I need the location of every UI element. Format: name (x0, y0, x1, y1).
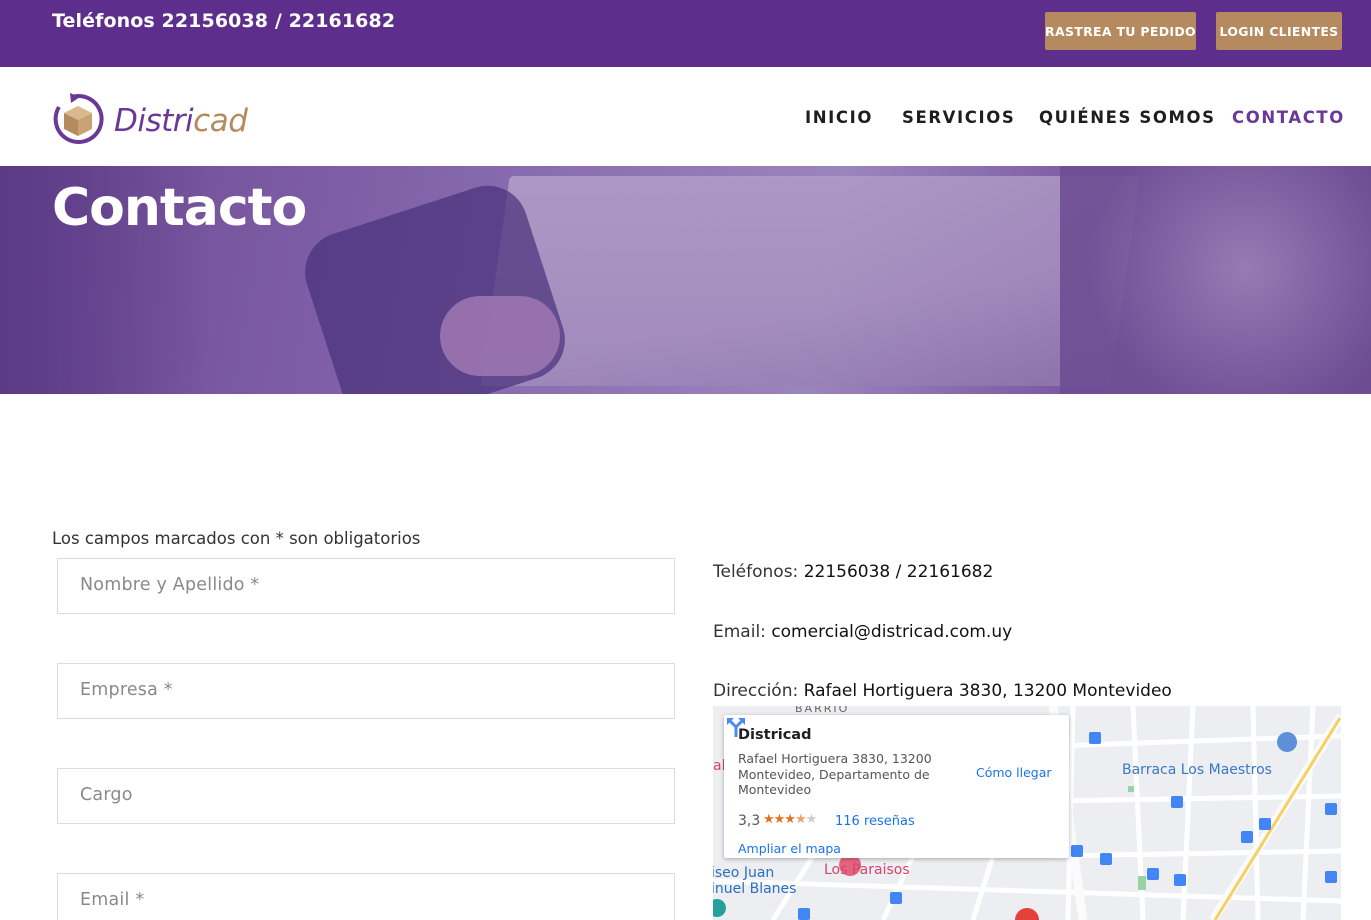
site-header: Districad INICIO SERVICIOS QUIÉNES SOMOS… (0, 67, 1371, 166)
name-field-placeholder: Nombre y Apellido * (80, 575, 260, 595)
address-value: Rafael Hortiguera 3830, 13200 Montevideo (803, 681, 1172, 701)
required-fields-note: Los campos marcados con * son obligatori… (52, 529, 421, 548)
company-field[interactable]: Empresa * (57, 663, 675, 719)
top-bar: Teléfonos 22156038 / 22161682 RASTREA TU… (0, 0, 1371, 67)
contact-email: Email: comercial@districad.com.uy (713, 622, 1012, 642)
place-address: Rafael Hortiguera 3830, 13200 Montevideo… (738, 751, 932, 797)
nav-servicios[interactable]: SERVICIOS (902, 108, 1015, 127)
email-field-placeholder: Email * (80, 890, 145, 910)
rating-stars-icon: ★★★★★ (763, 812, 817, 827)
place-name: Districad (738, 727, 812, 743)
map-label-barrio: BARRIO (795, 706, 850, 715)
logo-box-icon (53, 93, 104, 145)
map-label-juan[interactable]: iseo Juan (713, 865, 774, 881)
nav-contacto[interactable]: CONTACTO (1232, 108, 1345, 127)
page-title: Contacto (52, 178, 307, 238)
position-field-placeholder: Cargo (80, 785, 133, 805)
hero-hand-shape (440, 296, 560, 376)
map-label-barraca[interactable]: Barraca Los Maestros (1122, 762, 1272, 778)
client-login-button[interactable]: LOGIN CLIENTES (1216, 12, 1342, 50)
email-label: Email: (713, 622, 766, 642)
email-field[interactable]: Email * (57, 873, 675, 920)
topbar-phones: Teléfonos 22156038 / 22161682 (52, 10, 396, 32)
track-order-button[interactable]: RASTREA TU PEDIDO (1045, 12, 1196, 50)
nav-inicio[interactable]: INICIO (805, 108, 873, 127)
name-field[interactable]: Nombre y Apellido * (57, 558, 675, 614)
map-label-paraisos[interactable]: Los Paraisos (824, 862, 910, 878)
contact-address: Dirección: Rafael Hortiguera 3830, 13200… (713, 681, 1172, 701)
phones-value: 22156038 / 22161682 (803, 562, 994, 582)
directions-icon[interactable] (724, 715, 748, 739)
google-map[interactable]: BARRIO al Barraca Los Maestros Los Parai… (713, 706, 1341, 920)
logo-text: Districad (114, 103, 248, 139)
hero-right-shape (1060, 166, 1371, 394)
position-field[interactable]: Cargo (57, 768, 675, 824)
map-place-card: Districad Rafael Hortiguera 3830, 13200 … (724, 715, 1069, 858)
hero-package-image (480, 176, 1140, 386)
enlarge-map-link[interactable]: Ampliar el mapa (738, 841, 841, 856)
nav-quienes-somos[interactable]: QUIÉNES SOMOS (1039, 108, 1216, 127)
place-rating: 3,3 (738, 813, 761, 829)
contact-phones: Teléfonos: 22156038 / 22161682 (713, 562, 993, 582)
reviews-link[interactable]: 116 reseñas (835, 814, 915, 829)
logo[interactable]: Districad (50, 89, 260, 147)
hero-banner: Contacto (0, 166, 1371, 394)
address-label: Dirección: (713, 681, 799, 701)
company-field-placeholder: Empresa * (80, 680, 173, 700)
email-link[interactable]: comercial@districad.com.uy (771, 622, 1012, 642)
directions-link[interactable]: Cómo llegar (976, 765, 1052, 780)
phones-label: Teléfonos: (713, 562, 799, 582)
map-label-blanes[interactable]: inuel Blanes (713, 881, 796, 897)
